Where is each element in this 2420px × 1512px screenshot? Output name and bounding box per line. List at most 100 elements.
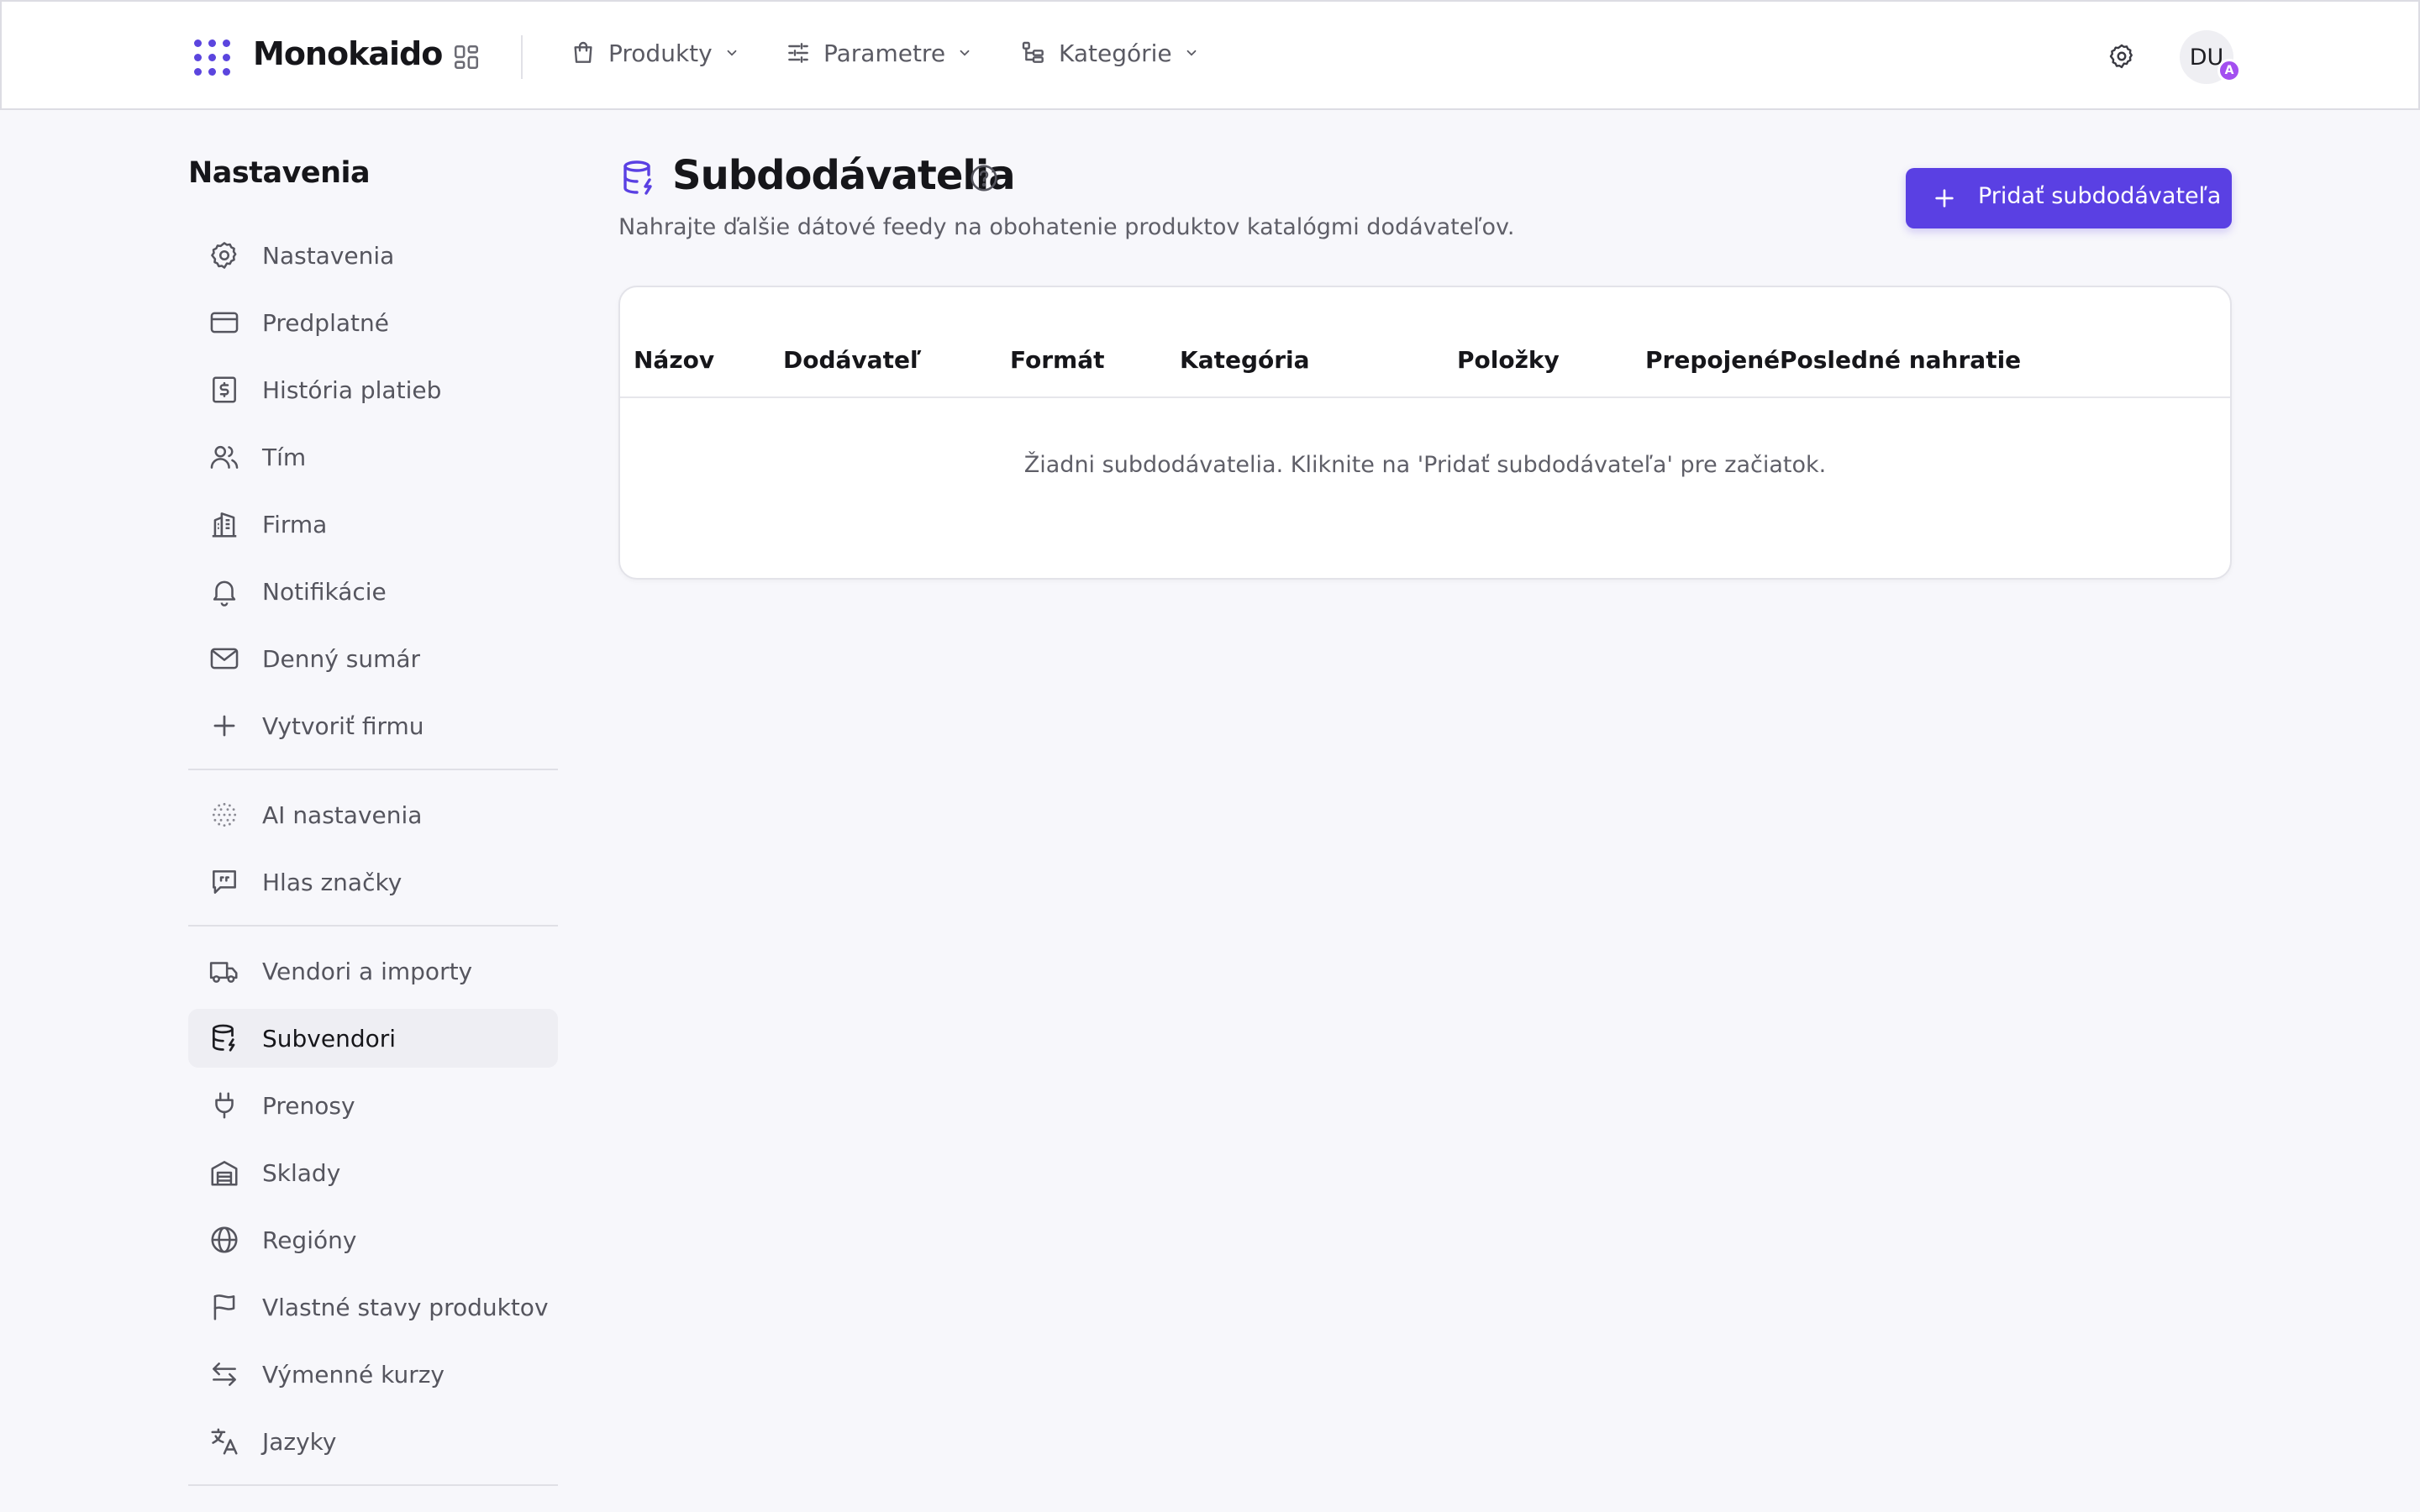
sidebar-item-ai-nastavenia[interactable]: AI nastavenia	[188, 785, 558, 844]
flag-icon	[208, 1291, 240, 1323]
nav-produkty[interactable]: Produkty	[570, 32, 739, 74]
brand-logo-dot	[222, 53, 230, 61]
sidebar-item-label: Vlastné stavy produktov	[262, 1293, 549, 1321]
sidebar-item-label: Tím	[262, 443, 307, 471]
column-header-nazov[interactable]: Názov	[634, 346, 714, 374]
sidebar-item-label: AI nastavenia	[262, 801, 423, 829]
page-title: Subdodávatelia	[672, 152, 1016, 199]
brand-logo-dot	[208, 53, 216, 61]
category-tree-icon	[1020, 39, 1047, 66]
column-header-kategoria[interactable]: Kategória	[1180, 346, 1310, 374]
shopping-bag-icon	[570, 39, 597, 66]
chevron-down-icon	[724, 45, 739, 60]
sidebar-item-historia-platieb[interactable]: História platieb	[188, 360, 558, 419]
sidebar-item-sklady[interactable]: Sklady	[188, 1143, 558, 1202]
apps-grid-icon[interactable]	[452, 43, 481, 71]
building-icon	[208, 508, 240, 540]
sidebar-item-label: Vytvoriť firmu	[262, 711, 424, 740]
users-icon	[208, 441, 240, 473]
brand-logo-dot	[222, 67, 230, 76]
sidebar-item-nastavenia[interactable]: Nastavenia	[188, 226, 558, 285]
brand-logo-dot	[193, 67, 202, 76]
nav-kategorie[interactable]: Kategórie	[1020, 32, 1199, 74]
sidebar-title: Nastavenia	[188, 156, 371, 190]
column-header-dodavatel[interactable]: Dodávateľ	[783, 346, 921, 374]
credit-card-icon	[208, 307, 240, 339]
sidebar-item-jazyky[interactable]: Jazyky	[188, 1412, 558, 1471]
translate-icon	[208, 1425, 240, 1457]
sidebar-item-vendori-a-importy[interactable]: Vendori a importy	[188, 942, 558, 1000]
sidebar-item-label: Regióny	[262, 1226, 357, 1254]
chevron-down-icon	[1184, 45, 1199, 60]
mail-icon	[208, 643, 240, 675]
nav-produkty-label: Produkty	[608, 39, 713, 67]
database-bolt-icon	[618, 158, 659, 198]
column-header-polozky[interactable]: Položky	[1457, 346, 1560, 374]
sidebar-item-notifikacie[interactable]: Notifikácie	[188, 562, 558, 621]
page-subtitle: Nahrajte ďalšie dátové feedy na obohaten…	[618, 214, 1515, 240]
sidebar-item-label: Notifikácie	[262, 577, 387, 606]
sidebar-item-label: Vendori a importy	[262, 957, 473, 985]
sidebar-item-label: Firma	[262, 510, 328, 538]
sidebar-item-label: Nastavenia	[262, 241, 395, 270]
nav-parametre[interactable]: Parametre	[785, 32, 972, 74]
sidebar-item-regiony[interactable]: Regióny	[188, 1210, 558, 1269]
sidebar-item-subvendori[interactable]: Subvendori	[188, 1009, 558, 1068]
sidebar-item-label: Denný sumár	[262, 644, 421, 673]
sidebar-item-label: História platieb	[262, 375, 442, 404]
bell-icon	[208, 575, 240, 607]
brand-logo-dot	[193, 53, 202, 61]
nav-kategorie-label: Kategórie	[1059, 39, 1172, 67]
add-subvendor-label: Pridať subdodávateľa	[1978, 183, 2222, 209]
sidebar-item-tim[interactable]: Tím	[188, 428, 558, 486]
warehouse-icon	[208, 1157, 240, 1189]
settings-gear-icon[interactable]	[2107, 42, 2136, 71]
app-root: Monokaido Produkty Parametre Kategórie D…	[0, 0, 2420, 1512]
brand-logo-icon[interactable]	[193, 39, 230, 76]
sidebar-item-label: Prenosy	[262, 1091, 355, 1120]
user-avatar[interactable]: DU A	[2180, 30, 2241, 84]
sidebar-item-label: Hlas značky	[262, 868, 402, 896]
sidebar-item-label: Subvendori	[262, 1024, 397, 1053]
sidebar-item-vlastne-stavy-produktov[interactable]: Vlastné stavy produktov	[188, 1278, 558, 1336]
brand-logo-dot	[208, 67, 216, 76]
plug-icon	[208, 1089, 240, 1121]
sidebar-item-label: Výmenné kurzy	[262, 1360, 445, 1389]
avatar-badge: A	[2217, 59, 2241, 82]
gear-icon	[208, 239, 240, 271]
table-header-divider	[620, 396, 2230, 398]
database-bolt-icon	[208, 1022, 240, 1054]
brand-logo-dot	[193, 39, 202, 47]
ai-sphere-icon	[208, 799, 240, 831]
sidebar-item-label: Sklady	[262, 1158, 341, 1187]
sidebar-divider	[188, 925, 558, 927]
sidebar-item-vytvorit-firmu[interactable]: Vytvoriť firmu	[188, 696, 558, 755]
globe-icon	[208, 1224, 240, 1256]
column-header-format[interactable]: Formát	[1010, 346, 1105, 374]
sidebar-item-prenosy[interactable]: Prenosy	[188, 1076, 558, 1135]
top-bar: Monokaido Produkty Parametre Kategórie D…	[0, 0, 2420, 110]
sidebar-divider	[188, 1484, 558, 1486]
sidebar-item-predplatne[interactable]: Predplatné	[188, 293, 558, 352]
column-header-prepojene[interactable]: Prepojené	[1645, 346, 1780, 374]
column-header-posledne-nahratie[interactable]: Posledné nahratie	[1780, 346, 2021, 374]
add-subvendor-button[interactable]: Pridať subdodávateľa	[1906, 168, 2232, 228]
sidebar-item-denny-sumar[interactable]: Denný sumár	[188, 629, 558, 688]
brand-logo-dot	[208, 39, 216, 47]
exchange-arrows-icon	[208, 1358, 240, 1390]
sliders-icon	[785, 39, 812, 66]
plus-icon	[1931, 185, 1958, 212]
brand-name[interactable]: Monokaido	[253, 35, 443, 72]
brand-logo-dot	[222, 39, 230, 47]
sidebar-item-firma[interactable]: Firma	[188, 495, 558, 554]
chevron-down-icon	[957, 45, 972, 60]
sidebar-item-hlas-znacky[interactable]: Hlas značky	[188, 853, 558, 911]
subvendors-table: Názov Dodávateľ Formát Kategória Položky…	[618, 286, 2232, 580]
nav-parametre-label: Parametre	[823, 39, 946, 67]
topbar-divider	[521, 35, 523, 79]
table-empty-message: Žiadni subdodávatelia. Kliknite na 'Prid…	[1023, 452, 1827, 478]
help-circle-icon[interactable]	[968, 162, 1000, 194]
truck-icon	[208, 955, 240, 987]
sidebar-item-label: Jazyky	[262, 1427, 337, 1456]
sidebar-item-vymenne-kurzy[interactable]: Výmenné kurzy	[188, 1345, 558, 1404]
